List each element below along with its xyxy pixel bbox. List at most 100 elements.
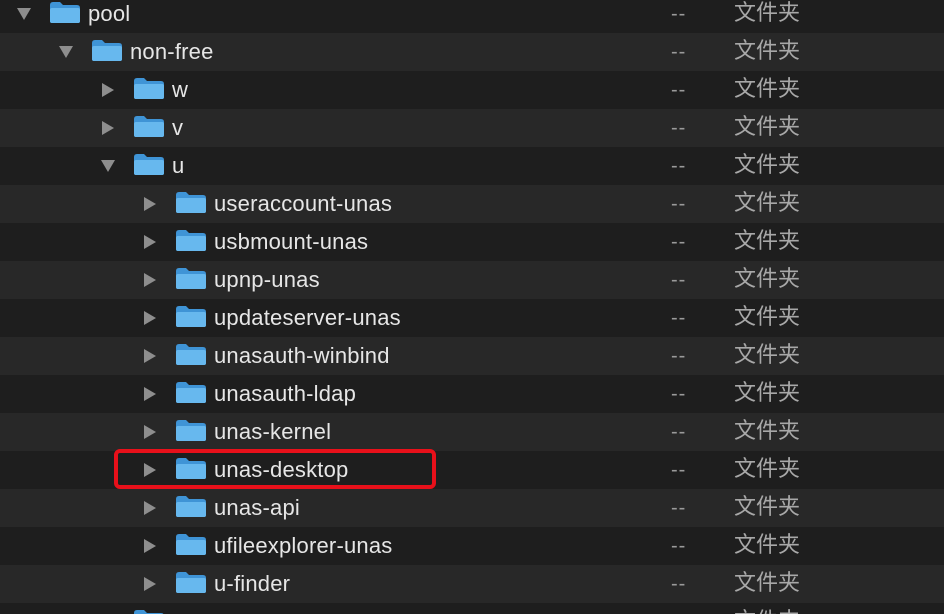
folder-name: w	[172, 77, 189, 102]
folder-row[interactable]: v -- 文件夹	[0, 109, 944, 147]
kind-cell: 文件夹	[734, 115, 801, 140]
kind-cell: 文件夹	[734, 229, 801, 254]
folder-icon	[175, 266, 207, 290]
size-cell: --	[671, 269, 687, 291]
size-cell: --	[671, 193, 687, 215]
size-cell: --	[671, 3, 687, 25]
size-cell: --	[671, 573, 687, 595]
disclosure-triangle-right-icon[interactable]	[139, 451, 161, 489]
folder-name: pool	[88, 1, 131, 26]
folder-name: v	[172, 115, 184, 140]
kind-cell: 文件夹	[734, 305, 801, 330]
folder-row[interactable]: u -- 文件夹	[0, 147, 944, 185]
folder-icon	[175, 494, 207, 518]
folder-row[interactable]: updateserver-unas -- 文件夹	[0, 299, 944, 337]
folder-icon	[133, 114, 165, 138]
kind-cell: 文件夹	[734, 343, 801, 368]
disclosure-triangle-right-icon[interactable]	[139, 261, 161, 299]
size-cell: --	[671, 117, 687, 139]
disclosure-triangle-down-icon[interactable]	[97, 147, 119, 185]
kind-cell: 文件夹	[734, 77, 801, 102]
size-cell: --	[671, 345, 687, 367]
disclosure-triangle-right-icon[interactable]	[139, 489, 161, 527]
folder-name: u	[172, 153, 185, 178]
folder-icon	[175, 190, 207, 214]
kind-cell: 文件夹	[734, 457, 801, 482]
folder-icon	[175, 342, 207, 366]
disclosure-triangle-right-icon[interactable]	[139, 413, 161, 451]
folder-row[interactable]: usbmount-unas -- 文件夹	[0, 223, 944, 261]
folder-row[interactable]: useraccount-unas -- 文件夹	[0, 185, 944, 223]
size-cell: --	[671, 383, 687, 405]
size-cell: --	[671, 231, 687, 253]
folder-row[interactable]: ufileexplorer-unas -- 文件夹	[0, 527, 944, 565]
kind-cell: 文件夹	[734, 191, 801, 216]
size-cell: --	[671, 79, 687, 101]
folder-icon	[133, 76, 165, 100]
kind-cell: 文件夹	[734, 153, 801, 178]
folder-name: unas-kernel	[214, 419, 332, 444]
disclosure-triangle-right-icon[interactable]	[97, 71, 119, 109]
folder-row[interactable]: upnp-unas -- 文件夹	[0, 261, 944, 299]
kind-cell: 文件夹	[734, 267, 801, 292]
folder-icon	[175, 228, 207, 252]
folder-icon	[175, 532, 207, 556]
folder-icon	[175, 304, 207, 328]
size-cell: --	[671, 421, 687, 443]
folder-name: usbmount-unas	[214, 229, 369, 254]
folder-icon	[175, 380, 207, 404]
folder-row[interactable]: unas-api -- 文件夹	[0, 489, 944, 527]
folder-row[interactable]: pool -- 文件夹	[0, 0, 944, 33]
disclosure-triangle-right-icon[interactable]	[139, 337, 161, 375]
kind-cell: 文件夹	[734, 603, 800, 614]
folder-name: unasauth-winbind	[214, 343, 390, 368]
size-cell: --	[671, 497, 687, 519]
folder-name: non-free	[130, 39, 214, 64]
folder-name: upnp-unas	[214, 267, 320, 292]
folder-row[interactable]: unasauth-ldap -- 文件夹	[0, 375, 944, 413]
disclosure-triangle-right-icon[interactable]	[97, 109, 119, 147]
folder-name: u-finder	[214, 571, 291, 596]
folder-name: unasauth-ldap	[214, 381, 357, 406]
size-cell: --	[671, 41, 687, 63]
folder-row[interactable]: 文件夹	[0, 603, 944, 614]
folder-icon	[91, 38, 123, 62]
size-cell: --	[671, 155, 687, 177]
kind-cell: 文件夹	[734, 495, 801, 520]
folder-row[interactable]: non-free -- 文件夹	[0, 33, 944, 71]
disclosure-triangle-right-icon[interactable]	[139, 375, 161, 413]
size-cell: --	[671, 459, 687, 481]
disclosure-triangle-right-icon[interactable]	[139, 299, 161, 337]
folder-icon	[49, 0, 81, 24]
disclosure-triangle-right-icon[interactable]	[139, 527, 161, 565]
size-cell: --	[671, 307, 687, 329]
size-cell: --	[671, 535, 687, 557]
disclosure-triangle-right-icon[interactable]	[139, 223, 161, 261]
folder-name: ufileexplorer-unas	[214, 533, 393, 558]
disclosure-triangle-right-icon[interactable]	[139, 185, 161, 223]
kind-cell: 文件夹	[734, 381, 801, 406]
folder-icon	[133, 152, 165, 176]
disclosure-triangle-right-icon[interactable]	[139, 565, 161, 603]
folder-name: unas-desktop	[214, 457, 349, 482]
kind-cell: 文件夹	[734, 39, 801, 64]
kind-cell: 文件夹	[734, 1, 801, 26]
folder-row[interactable]: w -- 文件夹	[0, 71, 944, 109]
folder-icon	[175, 456, 207, 480]
folder-icon	[133, 608, 165, 614]
folder-icon	[175, 418, 207, 442]
file-list: pool -- 文件夹 non-free -- 文件夹 w -- 文件夹 v -- 文件夹 u -- 文件夹…	[0, 0, 944, 614]
disclosure-triangle-right-icon[interactable]	[97, 603, 119, 614]
disclosure-triangle-down-icon[interactable]	[13, 0, 35, 33]
folder-row[interactable]: u-finder -- 文件夹	[0, 565, 944, 603]
disclosure-triangle-down-icon[interactable]	[55, 33, 77, 71]
folder-name: updateserver-unas	[214, 305, 401, 330]
folder-icon	[175, 570, 207, 594]
folder-name: unas-api	[214, 495, 300, 520]
folder-name: useraccount-unas	[214, 191, 393, 216]
folder-row[interactable]: unas-kernel -- 文件夹	[0, 413, 944, 451]
folder-row[interactable]: unasauth-winbind -- 文件夹	[0, 337, 944, 375]
kind-cell: 文件夹	[734, 533, 801, 558]
folder-row-highlighted[interactable]: unas-desktop -- 文件夹	[0, 451, 944, 489]
kind-cell: 文件夹	[734, 419, 801, 444]
